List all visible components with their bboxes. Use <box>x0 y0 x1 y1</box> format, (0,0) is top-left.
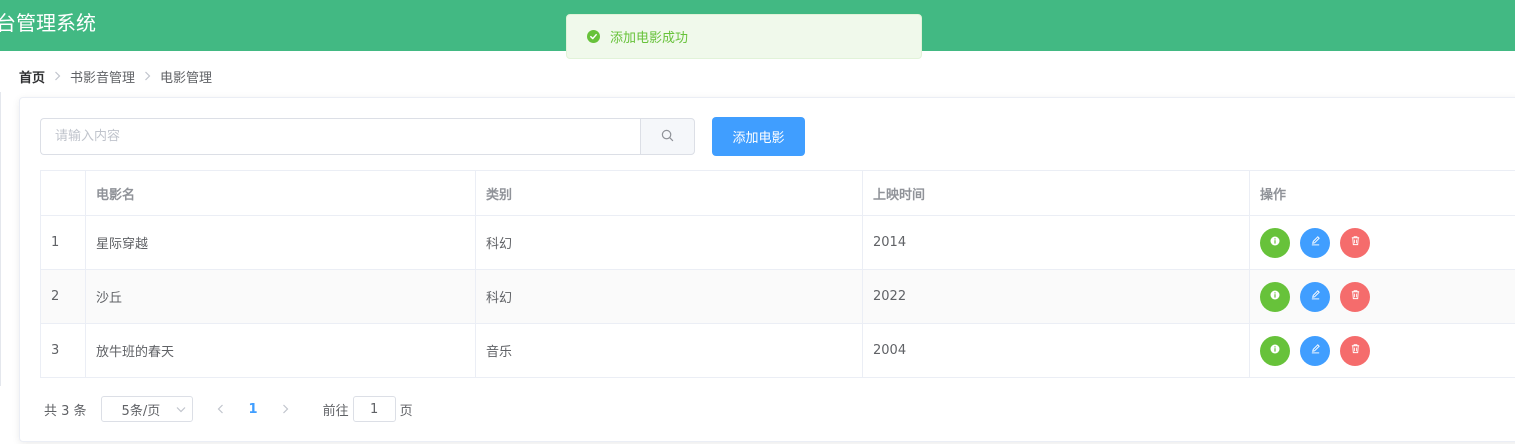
total-count: 共 3 条 <box>44 403 87 419</box>
success-toast: 添加电影成功 <box>566 14 922 59</box>
info-icon <box>1270 289 1280 304</box>
delete-icon <box>1350 235 1361 250</box>
add-movie-button[interactable]: 添加电影 <box>712 117 805 156</box>
breadcrumb-home[interactable]: 首页 <box>19 67 45 86</box>
column-header-actions: 操作 <box>1249 170 1515 216</box>
row-index: 2 <box>40 269 86 324</box>
movie-name-cell: 放牛班的春天 <box>85 323 476 378</box>
chevron-down-icon <box>176 402 186 417</box>
edit-button[interactable] <box>1300 335 1330 366</box>
delete-button[interactable] <box>1340 227 1370 258</box>
goto-page-input[interactable] <box>352 396 396 422</box>
goto-label: 前往 <box>322 403 349 419</box>
next-page-button[interactable] <box>278 404 294 414</box>
column-header-index <box>40 170 86 216</box>
delete-button[interactable] <box>1340 335 1370 366</box>
chevron-right-icon <box>283 404 289 414</box>
column-header-category: 类别 <box>475 170 863 216</box>
movie-table: 电影名 类别 上映时间 操作 1 星际穿越 科幻 2014 2 沙丘 科幻 20… <box>40 170 1515 378</box>
content-card: 添加电影 电影名 类别 上映时间 操作 1 星际穿越 科幻 2014 <box>19 97 1515 442</box>
delete-icon <box>1350 343 1361 358</box>
view-button[interactable] <box>1260 281 1290 312</box>
table-row: 3 放牛班的春天 音乐 2004 <box>40 323 1515 378</box>
category-cell: 音乐 <box>475 323 863 378</box>
table-row: 2 沙丘 科幻 2022 <box>40 269 1515 324</box>
edit-icon <box>1310 343 1321 358</box>
actions-cell <box>1249 215 1515 270</box>
category-cell: 科幻 <box>475 215 863 270</box>
search-icon <box>661 127 674 146</box>
release-year-cell: 2014 <box>862 215 1250 270</box>
page-number[interactable]: 1 <box>249 402 258 417</box>
chevron-right-icon <box>54 71 61 81</box>
breadcrumb-movie-management: 电影管理 <box>160 70 213 86</box>
movie-name-cell: 沙丘 <box>85 269 476 324</box>
delete-button[interactable] <box>1340 281 1370 312</box>
search-input[interactable] <box>40 118 640 155</box>
breadcrumb-media-management[interactable]: 书影音管理 <box>70 67 135 86</box>
info-icon <box>1270 235 1280 250</box>
release-year-cell: 2004 <box>862 323 1250 378</box>
search-button[interactable] <box>640 118 695 155</box>
view-button[interactable] <box>1260 335 1290 366</box>
delete-icon <box>1350 289 1361 304</box>
actions-cell <box>1249 323 1515 378</box>
column-header-release-year: 上映时间 <box>862 170 1250 216</box>
column-header-movie-name: 电影名 <box>85 170 476 216</box>
row-index: 3 <box>40 323 86 378</box>
edit-icon <box>1310 289 1321 304</box>
page-size-select[interactable]: 5条/页 <box>100 396 193 422</box>
actions-cell <box>1249 269 1515 324</box>
chevron-left-icon <box>217 404 223 414</box>
app-title: 台管理系统 <box>0 11 96 35</box>
toast-message: 添加电影成功 <box>610 31 689 46</box>
release-year-cell: 2022 <box>862 269 1250 324</box>
row-index: 1 <box>40 215 86 270</box>
chevron-right-icon <box>144 71 151 81</box>
pagination: 共 3 条 5条/页 1 前往 页 <box>44 396 413 422</box>
table-row: 1 星际穿越 科幻 2014 <box>40 215 1515 270</box>
goto-suffix: 页 <box>399 403 413 419</box>
sidebar-edge <box>0 92 1 386</box>
table-header-row: 电影名 类别 上映时间 操作 <box>40 170 1515 216</box>
category-cell: 科幻 <box>475 269 863 324</box>
edit-button[interactable] <box>1300 227 1330 258</box>
view-button[interactable] <box>1260 227 1290 258</box>
check-circle-icon <box>587 30 600 43</box>
breadcrumb: 首页 书影音管理 电影管理 <box>19 66 212 86</box>
movie-name-cell: 星际穿越 <box>85 215 476 270</box>
page-size-value: 5条/页 <box>121 403 161 419</box>
info-icon <box>1270 343 1280 358</box>
prev-page-button[interactable] <box>213 404 229 414</box>
edit-icon <box>1310 235 1321 250</box>
search-group <box>40 118 695 155</box>
edit-button[interactable] <box>1300 281 1330 312</box>
